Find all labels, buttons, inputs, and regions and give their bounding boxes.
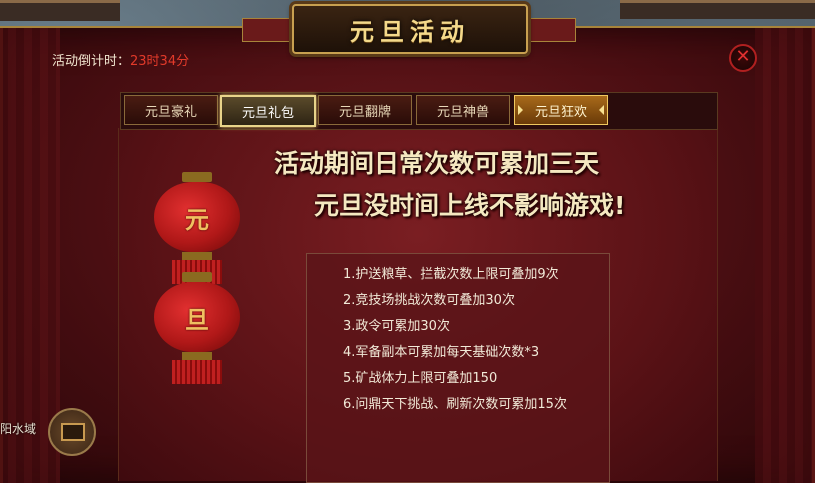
rule-item: 1.护送粮草、拦截次数上限可叠加9次 xyxy=(343,267,559,282)
region-label[interactable]: 阳水域 xyxy=(0,420,36,437)
tab-new-year-carnival[interactable]: 元旦狂欢 xyxy=(514,95,608,125)
tab-new-year-gift[interactable]: 元旦豪礼 xyxy=(124,95,218,125)
lantern-character: 旦 xyxy=(154,282,240,352)
page-title: 元旦活动 xyxy=(350,16,470,46)
countdown: 活动倒计时：23时34分 xyxy=(52,50,189,69)
title-wing-right xyxy=(524,18,576,42)
treasure-chest-icon xyxy=(61,423,85,441)
rules-box: 1.护送粮草、拦截次数上限可叠加9次 2.竞技场挑战次数可叠加30次 3.政令可… xyxy=(306,253,610,483)
title-wing-left xyxy=(242,18,294,42)
tab-label: 元旦礼包 xyxy=(241,105,294,121)
tab-new-year-beast[interactable]: 元旦神兽 xyxy=(416,95,510,125)
tab-label: 元旦豪礼 xyxy=(144,104,197,120)
lantern-yuan: 元 xyxy=(152,172,242,284)
headline-line2: 元旦没时间上线不影响游戏! xyxy=(314,191,626,220)
rule-item: 4.军备副本可累加每天基础次数*3 xyxy=(343,345,540,360)
lantern-character: 元 xyxy=(154,182,240,252)
treasure-chest-button[interactable] xyxy=(48,408,96,456)
close-icon: ✕ xyxy=(735,46,751,67)
tab-new-year-pack[interactable]: 元旦礼包 xyxy=(220,95,316,127)
rule-item: 2.竞技场挑战次数可叠加30次 xyxy=(343,293,515,308)
tab-new-year-flip[interactable]: 元旦翻牌 xyxy=(318,95,412,125)
headline-line1: 活动期间日常次数可累加三天 xyxy=(274,149,600,178)
countdown-value: 23时34分 xyxy=(130,54,190,69)
tab-label: 元旦翻牌 xyxy=(338,104,391,120)
rule-item: 3.政令可累加30次 xyxy=(343,319,450,334)
close-button[interactable]: ✕ xyxy=(729,44,757,72)
rules-list: 1.护送粮草、拦截次数上限可叠加9次 2.竞技场挑战次数可叠加30次 3.政令可… xyxy=(307,254,609,418)
lantern-dan: 旦 xyxy=(152,272,242,384)
right-curtain xyxy=(755,28,815,483)
rule-item: 6.问鼎天下挑战、刷新次数可累加15次 xyxy=(343,397,567,412)
background-roof xyxy=(0,0,120,21)
countdown-label: 活动倒计时： xyxy=(52,54,131,69)
title-plaque: 元旦活动 xyxy=(292,4,528,54)
tab-label: 元旦狂欢 xyxy=(534,104,587,120)
background-roof xyxy=(620,0,815,19)
tab-label: 元旦神兽 xyxy=(436,104,489,120)
left-curtain xyxy=(0,28,60,483)
rule-item: 5.矿战体力上限可叠加150 xyxy=(343,371,498,386)
